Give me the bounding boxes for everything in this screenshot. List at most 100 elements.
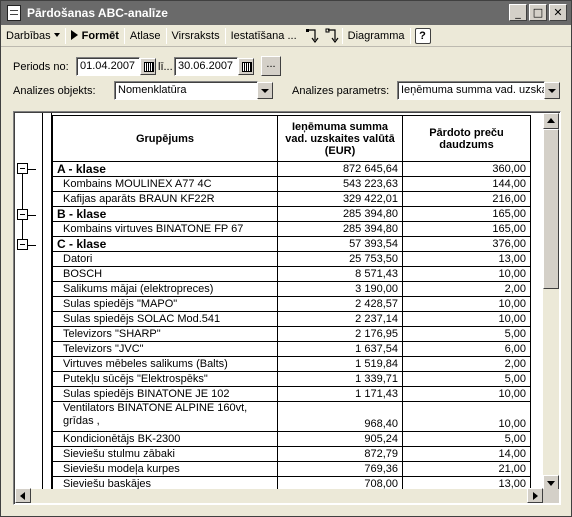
row-name-cell: Kombains MOULINEX A77 4C <box>52 176 278 192</box>
actions-menu-label: Darbības <box>6 29 51 42</box>
row-name-cell: B - klase <box>52 206 278 222</box>
table-row[interactable]: Televizors "JVC" 1 637,54 6,00 <box>52 341 531 357</box>
window-title: Pārdošanas ABC-analīze <box>27 6 168 20</box>
date-to-field[interactable]: 30.06.2007 <box>174 57 238 76</box>
column-header-group[interactable]: Grupējums <box>52 115 278 162</box>
row-name-cell: Sulas spiedējs SOLAC Mod.541 <box>52 311 278 327</box>
row-revenue-cell: 2 428,57 <box>277 296 403 312</box>
row-name-cell: Sulas spiedējs BINATONE JE 102 <box>52 386 278 402</box>
row-revenue-cell: 329 422,01 <box>277 191 403 207</box>
analysis-param-select[interactable]: Ieņēmuma summa vad. uzskai <box>397 81 545 100</box>
tree-outline <box>15 113 43 491</box>
scroll-left-button[interactable] <box>15 488 31 503</box>
close-button[interactable]: ✕ <box>549 4 567 21</box>
toolbar-separator <box>409 27 411 44</box>
column-header-revenue[interactable]: Ieņēmuma summa vad. uzskaites valūtā (EU… <box>277 115 403 162</box>
row-qty-cell: 165,00 <box>402 221 531 237</box>
row-name-cell: Kafijas aparāts BRAUN KF22R <box>52 191 278 207</box>
maximize-button[interactable]: □ <box>529 4 547 21</box>
table-row[interactable]: Kondicionētājs BK-2300 905,24 5,00 <box>52 431 531 447</box>
horizontal-scrollbar[interactable] <box>15 488 543 503</box>
calendar-icon[interactable] <box>140 58 156 75</box>
title-bar[interactable]: Pārdošanas ABC-analīze _ □ ✕ <box>1 1 571 25</box>
row-qty-cell: 165,00 <box>402 206 531 222</box>
collapse-icon[interactable] <box>17 209 28 220</box>
row-qty-cell: 21,00 <box>402 461 531 477</box>
table-row[interactable]: Ventilators BINATONE ALPINE 160vt, grīda… <box>52 401 531 432</box>
row-qty-cell: 5,00 <box>402 371 531 387</box>
chart-button[interactable]: Diagramma <box>343 26 410 46</box>
analysis-object-select[interactable]: Nomenklatūra <box>114 81 258 100</box>
row-revenue-cell: 2 176,95 <box>277 326 403 342</box>
class-group-row[interactable]: B - klase 285 394,80 165,00 <box>52 206 531 222</box>
chevron-down-icon[interactable] <box>257 82 273 99</box>
chevron-down-icon[interactable] <box>544 82 560 99</box>
row-qty-cell: 14,00 <box>402 446 531 462</box>
period-select-button[interactable]: ... <box>261 56 281 76</box>
row-revenue-cell: 1 519,84 <box>277 356 403 372</box>
format-button-label: Formēt <box>81 29 119 42</box>
row-revenue-cell: 905,24 <box>277 431 403 447</box>
row-name-cell: Ventilators BINATONE ALPINE 160vt, grīda… <box>52 401 278 432</box>
expand-arrow-icon[interactable] <box>322 26 342 46</box>
date-from-field[interactable]: 01.04.2007 <box>76 57 140 76</box>
table-row[interactable]: Virtuves mēbeles salikums (Balts) 1 519,8… <box>52 356 531 372</box>
minimize-button[interactable]: _ <box>509 4 527 21</box>
collapse-arrow-icon[interactable] <box>302 26 322 46</box>
scroll-up-button[interactable] <box>543 113 559 129</box>
table-row[interactable]: Sieviešu stulmu zābaki 872,79 14,00 <box>52 446 531 462</box>
row-revenue-cell: 968,40 <box>277 401 403 432</box>
table-row[interactable]: Datori 25 753,50 13,00 <box>52 251 531 267</box>
row-qty-cell: 5,00 <box>402 326 531 342</box>
collapse-icon[interactable] <box>17 163 28 174</box>
help-button[interactable]: ? <box>414 27 431 44</box>
row-revenue-cell: 3 190,00 <box>277 281 403 297</box>
row-qty-cell: 2,00 <box>402 356 531 372</box>
row-qty-cell: 2,00 <box>402 281 531 297</box>
row-revenue-cell: 769,36 <box>277 461 403 477</box>
selection-button[interactable]: Atlase <box>125 26 166 46</box>
row-name-cell: Televizors "SHARP" <box>52 326 278 342</box>
row-name-cell: Sulas spiedējs "MAPO" <box>52 296 278 312</box>
report-grid[interactable]: Grupējums Ieņēmuma summa vad. uzskaites … <box>13 111 561 505</box>
row-revenue-cell: 285 394,80 <box>277 221 403 237</box>
class-group-row[interactable]: A - klase 872 645,64 360,00 <box>52 161 531 177</box>
row-revenue-cell: 872 645,64 <box>277 161 403 177</box>
analysis-param-label: Analizes parametrs: <box>292 85 390 97</box>
actions-menu[interactable]: Darbības <box>1 26 65 46</box>
table-row[interactable]: Kafijas aparāts BRAUN KF22R 329 422,01 216… <box>52 191 531 207</box>
table-row[interactable]: BOSCH 8 571,43 10,00 <box>52 266 531 282</box>
abc-table: Grupējums Ieņēmuma summa vad. uzskaites … <box>52 115 531 492</box>
row-revenue-cell: 872,79 <box>277 446 403 462</box>
scroll-right-button[interactable] <box>527 488 543 503</box>
play-icon <box>70 29 78 40</box>
table-row[interactable]: Salikums mājai (elektropreces) 3 190,00 2,… <box>52 281 531 297</box>
table-row[interactable]: Putekļu sūcējs "Elektrospēks" 1 339,71 5,0… <box>52 371 531 387</box>
table-row[interactable]: Kombains virtuves BINATONE FP 67 285 394,… <box>52 221 531 237</box>
table-row[interactable]: Televizors "SHARP" 2 176,95 5,00 <box>52 326 531 342</box>
row-revenue-cell: 57 393,54 <box>277 236 403 252</box>
table-row[interactable]: Sulas spiedējs SOLAC Mod.541 2 237,14 10,0… <box>52 311 531 327</box>
table-row[interactable]: Sulas spiedējs "MAPO" 2 428,57 10,00 <box>52 296 531 312</box>
format-button[interactable]: Formēt <box>66 26 124 46</box>
class-group-row[interactable]: C - klase 57 393,54 376,00 <box>52 236 531 252</box>
scroll-thumb[interactable] <box>543 129 559 289</box>
row-qty-cell: 10,00 <box>402 296 531 312</box>
row-qty-cell: 376,00 <box>402 236 531 252</box>
table-row[interactable]: Kombains MOULINEX A77 4C 543 223,63 144,00 <box>52 176 531 192</box>
column-header-qty[interactable]: Pārdoto preču daudzums <box>402 115 531 162</box>
table-row[interactable]: Sulas spiedējs BINATONE JE 102 1 171,43 10… <box>52 386 531 402</box>
settings-button[interactable]: Iestatīšana ... <box>226 26 302 46</box>
table-row[interactable]: Sieviešu modeļa kurpes 769,36 21,00 <box>52 461 531 477</box>
collapse-icon[interactable] <box>17 239 28 250</box>
calendar-icon[interactable] <box>238 58 254 75</box>
row-qty-cell: 5,00 <box>402 431 531 447</box>
row-revenue-cell: 1 171,43 <box>277 386 403 402</box>
document-icon <box>7 5 21 21</box>
period-label: Periods no: <box>13 61 69 73</box>
row-revenue-cell: 8 571,43 <box>277 266 403 282</box>
heading-button[interactable]: Virsraksts <box>167 26 225 46</box>
row-qty-cell: 13,00 <box>402 251 531 267</box>
vertical-scrollbar[interactable] <box>543 113 559 491</box>
row-name-cell: Televizors "JVC" <box>52 341 278 357</box>
